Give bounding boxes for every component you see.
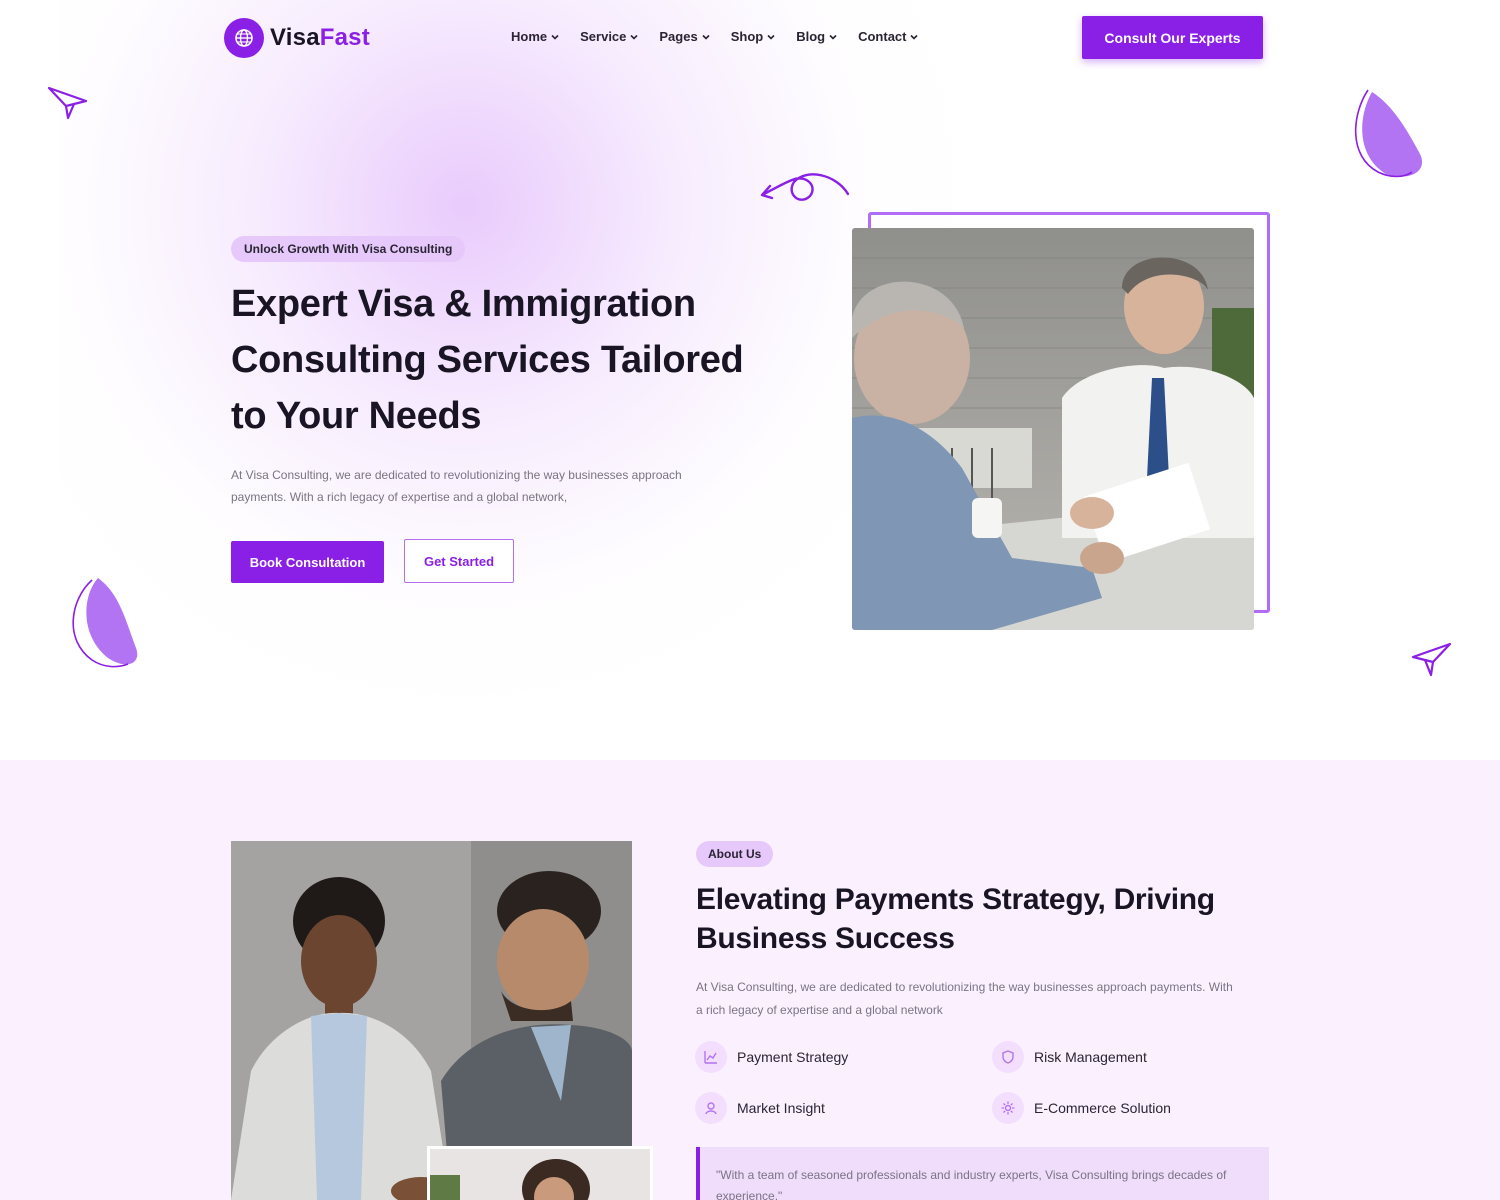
nav-item-contact[interactable]: Contact (858, 29, 919, 44)
nav-item-label: Contact (858, 29, 907, 44)
chevron-down-icon (829, 34, 837, 40)
about-badge: About Us (696, 841, 774, 867)
nav-item-label: Shop (730, 29, 764, 44)
feature-label: Risk Management (1034, 1049, 1147, 1065)
chevron-down-icon (910, 34, 919, 40)
leaf-shape-icon (72, 578, 138, 668)
curly-arrow-icon (760, 173, 850, 201)
hero-description: At Visa Consulting, we are dedicated to … (231, 468, 682, 504)
feature-ecommerce-solution: E-Commerce Solution (992, 1092, 1171, 1124)
nav-item-label: Blog (796, 29, 826, 44)
logo-text: VisaFast (270, 24, 370, 52)
gear-icon (992, 1092, 1024, 1124)
get-started-button[interactable]: Get Started (404, 539, 514, 583)
book-consultation-button[interactable]: Book Consultation (231, 541, 384, 583)
nav-item-label: Pages (659, 29, 698, 44)
feature-label: Market Insight (737, 1100, 825, 1116)
nav-item-shop[interactable]: Shop (731, 29, 777, 44)
logo[interactable]: VisaFast (224, 18, 370, 58)
nav-item-label: Home (511, 29, 548, 44)
insight-icon (695, 1092, 727, 1124)
about-photo-secondary (427, 1146, 653, 1200)
feature-market-insight: Market Insight (695, 1092, 825, 1124)
about-description: At Visa Consulting, we are dedicated to … (696, 980, 1233, 1017)
consult-experts-button[interactable]: Consult Our Experts (1082, 16, 1263, 59)
feature-label: Payment Strategy (737, 1049, 849, 1065)
site-header: VisaFast Home Service Pages Shop Blog Co… (0, 0, 1500, 76)
nav-item-blog[interactable]: Blog (796, 29, 838, 44)
leaf-shape-icon (1354, 89, 1423, 178)
about-quote: "With a team of seasoned professionals a… (696, 1147, 1269, 1200)
main-nav: Home Service Pages Shop Blog Contact (511, 29, 939, 44)
hero-badge: Unlock Growth With Visa Consulting (231, 236, 466, 262)
chart-icon (695, 1041, 727, 1073)
paper-plane-icon (47, 86, 88, 120)
hero-photo-consultation (852, 228, 1254, 630)
feature-payment-strategy: Payment Strategy (695, 1041, 848, 1073)
hero-title: Expert Visa & Immigration Consulting Ser… (231, 283, 744, 437)
nav-item-label: Service (580, 29, 627, 44)
chevron-down-icon (702, 34, 710, 40)
chevron-down-icon (630, 34, 638, 40)
chevron-down-icon (551, 34, 559, 40)
nav-item-pages[interactable]: Pages (659, 29, 710, 44)
feature-risk-management: Risk Management (992, 1041, 1147, 1073)
nav-item-home[interactable]: Home (511, 29, 560, 44)
nav-item-service[interactable]: Service (580, 29, 639, 44)
chevron-down-icon (767, 34, 775, 40)
shield-icon (992, 1041, 1024, 1073)
paper-plane-icon (1411, 642, 1452, 677)
feature-label: E-Commerce Solution (1034, 1100, 1171, 1116)
about-title: Elevating Payments Strategy, Driving Bus… (696, 883, 1215, 955)
logo-text-part2: Fast (319, 24, 370, 51)
logo-text-part1: Visa (270, 24, 320, 51)
globe-icon (224, 18, 264, 58)
